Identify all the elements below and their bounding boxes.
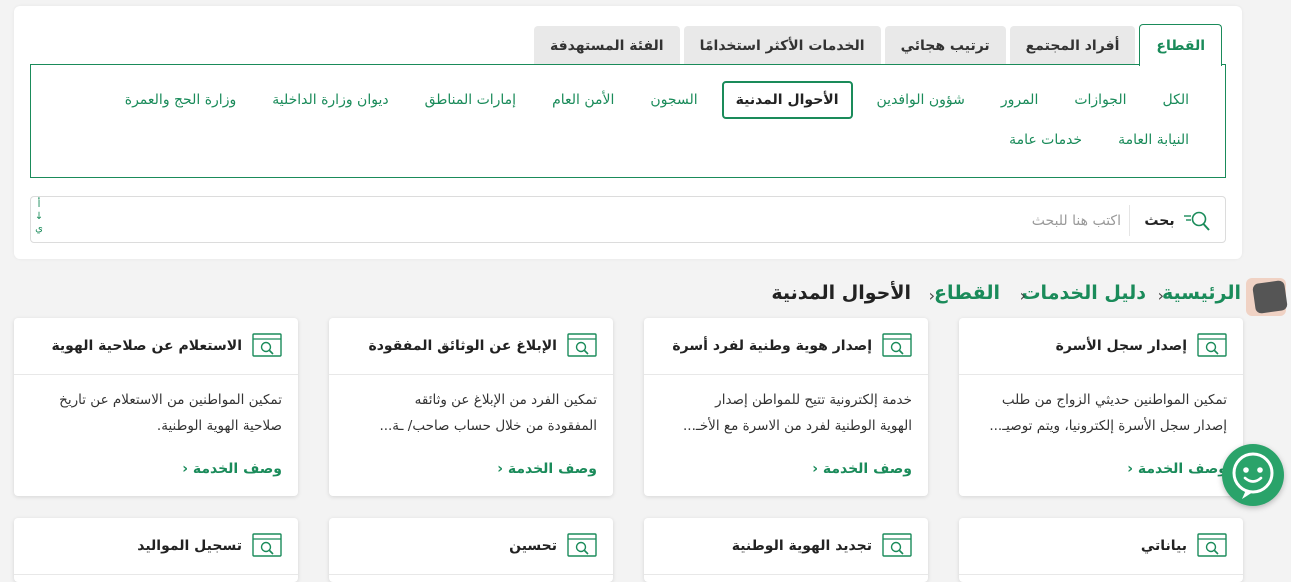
card-title[interactable]: إصدار هوية وطنية لفرد أسرة [672,338,872,354]
card-description: خدمة إلكترونية تتيح للمواطن إصدار الهوية … [644,375,928,451]
service-card: إصدار سجل الأسرة تمكين المواطنين حديثي ا… [959,318,1243,496]
service-description-link[interactable]: وصف الخدمة ‹ [14,451,298,477]
service-card: الإبلاغ عن الوثائق المفقودة تمكين الفرد … [329,318,613,496]
service-description-link[interactable]: وصف الخدمة ‹ [329,451,613,477]
sector-expatriates[interactable]: شؤون الوافدين [859,81,983,119]
service-search-icon [1197,533,1227,557]
sort-arrow-icon: ↓ [34,211,44,222]
card-description: تمكين المواطنين من الاستعلام عن تاريخ صلا… [14,375,298,451]
breadcrumb-separator-icon: ‹ [1157,286,1164,305]
sector-passports[interactable]: الجوازات [1056,81,1144,119]
chat-icon [1232,452,1274,499]
service-description-link[interactable]: وصف الخدمة ‹ [644,451,928,477]
card-title[interactable]: الاستعلام عن صلاحية الهوية [51,338,242,354]
service-search-icon [1197,333,1227,357]
card-description: تمكين المواطنين حديثي الزواج من طلب إصدار… [959,375,1243,451]
service-filter-panel: القطاع أفراد المجتمع ترتيب هجائي الخدمات… [14,6,1242,259]
service-card: تجديد الهوية الوطنية [644,518,928,582]
service-search-icon [252,533,282,557]
tab-target-group[interactable]: الفئة المستهدفة [534,26,680,66]
card-title[interactable]: تجديد الهوية الوطنية [732,538,872,554]
card-desc-line: خدمة إلكترونية تتيح للمواطن إصدار [715,392,912,408]
tab-alphabetical[interactable]: ترتيب هجائي [884,26,1006,66]
card-desc-line: تمكين المواطنين حديثي الزواج من طلب [1001,392,1227,408]
sectors-box: الكل الجوازات المرور شؤون الوافدين الأحو… [30,64,1226,178]
sector-general-services[interactable]: خدمات عامة [991,121,1100,159]
service-card: الاستعلام عن صلاحية الهوية تمكين المواطن… [14,318,298,496]
sector-prisons[interactable]: السجون [632,81,715,119]
sort-bottom-letter: ي [35,223,43,234]
sector-civil-affairs[interactable]: الأحوال المدنية [721,81,853,119]
floating-logo-icon[interactable] [1246,278,1288,316]
breadcrumb-separator-icon: ‹ [928,286,935,305]
tab-most-used[interactable]: الخدمات الأكثر استخدامًا [683,26,881,66]
breadcrumb-separator-icon: ‹ [1019,286,1026,305]
sector-interior-ministry-court[interactable]: ديوان وزارة الداخلية [254,81,406,119]
sectors-row-2: النيابة العامة خدمات عامة [991,121,1207,159]
search-button[interactable]: بحث [1129,205,1225,236]
service-card: إصدار هوية وطنية لفرد أسرة خدمة إلكتروني… [644,318,928,496]
service-search-icon [567,333,597,357]
breadcrumb-current: الأحوال المدنية [771,282,911,304]
service-search-icon [882,533,912,557]
service-card: بياناتي [959,518,1243,582]
sector-regional-emirates[interactable]: إمارات المناطق [407,81,535,119]
card-title[interactable]: إصدار سجل الأسرة [1056,338,1187,354]
card-title[interactable]: الإبلاغ عن الوثائق المفقودة [368,338,557,354]
card-desc-line: صلاحية الهوية الوطنية. [156,418,282,434]
sort-top-letter: أ [37,199,41,210]
search-input[interactable] [221,205,1121,236]
search-icon [1183,211,1210,231]
service-description-link[interactable]: وصف الخدمة ‹ [959,451,1243,477]
breadcrumb-home[interactable]: الرئيسية [1162,282,1241,304]
card-desc-line: تمكين المواطنين من الاستعلام عن تاريخ [59,392,282,408]
filter-tabs: القطاع أفراد المجتمع ترتيب هجائي الخدمات… [534,24,1222,66]
sector-public-prosecution[interactable]: النيابة العامة [1100,121,1207,159]
sector-all[interactable]: الكل [1145,81,1208,119]
tab-sector[interactable]: القطاع [1139,24,1222,66]
service-search-icon [882,333,912,357]
sectors-row-1: الكل الجوازات المرور شؤون الوافدين الأحو… [107,81,1207,119]
card-description: تمكين الفرد من الإبلاغ عن وثائقه المفقودة… [329,375,613,451]
chat-assistant-button[interactable] [1222,444,1284,506]
breadcrumb-sector[interactable]: القطاع [934,282,1000,304]
tab-community-members[interactable]: أفراد المجتمع [1009,26,1136,66]
card-title[interactable]: بياناتي [1141,538,1187,554]
service-search-icon [252,333,282,357]
sector-hajj-umrah[interactable]: وزارة الحج والعمرة [107,81,254,119]
alpha-sort-toggle[interactable]: أ ↓ ي [33,199,45,235]
card-desc-line: إصدار سجل الأسرة إلكترونيا، ويتم توصيـ..… [989,418,1227,434]
card-desc-line: تمكين الفرد من الإبلاغ عن وثائقه [414,392,597,408]
search-box: بحث أ ↓ ي [30,196,1226,243]
breadcrumb: الرئيسية ‹ دليل الخدمات ‹ القطاع ‹ الأحو… [0,276,1291,312]
service-search-icon [567,533,597,557]
card-desc-line: المفقودة من خلال حساب صاحب/ ـة... [379,418,597,434]
card-title[interactable]: تسجيل المواليد [137,538,242,554]
service-card: تسجيل المواليد [14,518,298,582]
service-card: تحسين [329,518,613,582]
search-button-label: بحث [1144,212,1175,229]
breadcrumb-guide[interactable]: دليل الخدمات [1021,282,1146,304]
sector-public-security[interactable]: الأمن العام [534,81,632,119]
card-desc-line: الهوية الوطنية لفرد من الاسرة مع الأخـ..… [682,418,912,434]
card-title[interactable]: تحسين [509,538,557,554]
sector-traffic[interactable]: المرور [983,81,1057,119]
